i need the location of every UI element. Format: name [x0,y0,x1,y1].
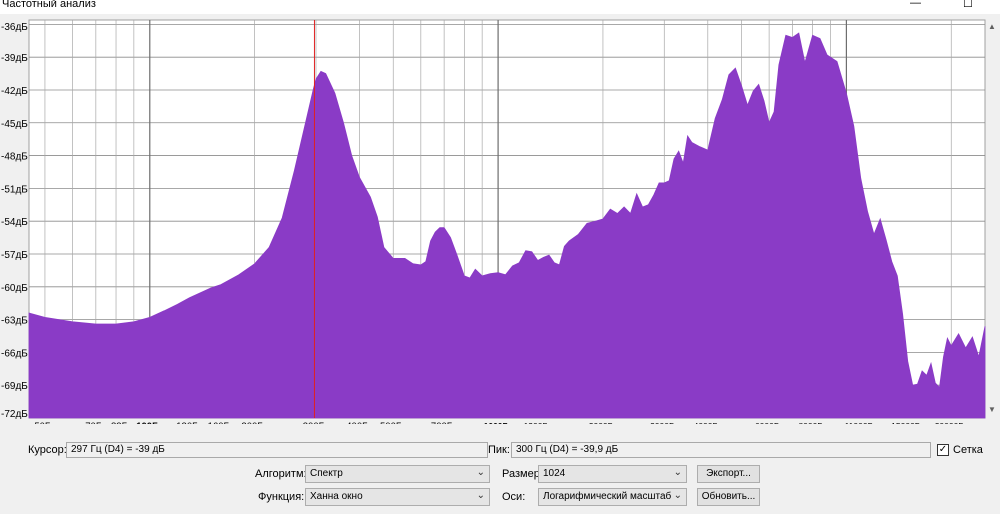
size-value: 1024 [543,468,566,479]
y-tick-label: -42дБ [1,86,28,97]
y-tick-label: -36дБ [1,22,28,33]
grid-label: Сетка [953,444,983,456]
refresh-button[interactable]: Обновить... [697,488,760,506]
scroll-down-icon[interactable]: ▼ [988,405,996,414]
x-tick-label: 100Гц [136,421,163,424]
window-title: Частотный анализ [2,0,96,10]
x-tick-label: 11000Гц [845,421,878,424]
minimize-icon[interactable]: — [910,0,921,9]
chevron-down-icon: ⌄ [673,490,682,501]
x-tick-label: 500Гц [380,421,407,424]
axes-value: Логарифмический масштаб [543,491,672,502]
function-label: Функция: [258,491,305,503]
y-tick-label: -54дБ [1,217,28,228]
x-tick-label: 3000Гц [650,421,679,424]
y-tick-label: -57дБ [1,250,28,261]
y-tick-label: -51дБ [1,184,28,195]
function-value: Ханна окно [310,491,363,502]
x-tick-label: 15000Гц [891,421,924,424]
x-tick-label: 6000Гц [755,421,784,424]
y-tick-label: -66дБ [1,348,28,359]
size-label: Размер: [502,468,543,480]
x-tick-label: 20000Гц [935,421,968,424]
algorithm-select[interactable]: Спектр ⌄ [305,465,490,483]
x-tick-label: 1300Гц [524,421,553,424]
scroll-up-icon[interactable]: ▲ [988,22,996,31]
y-tick-label: -45дБ [1,119,28,130]
chevron-down-icon: ⌄ [673,467,682,478]
peak-field[interactable]: 300 Гц (D4) = -39,9 дБ [511,442,931,458]
x-tick-label: 70Гц [85,421,107,424]
algorithm-value: Спектр [310,468,343,479]
maximize-icon[interactable]: ☐ [963,0,973,10]
export-button[interactable]: Экспорт... [697,465,760,483]
function-select[interactable]: Ханна окно ⌄ [305,488,490,506]
x-tick-label: 400Гц [346,421,373,424]
y-tick-label: -39дБ [1,53,28,64]
cursor-field[interactable]: 297 Гц (D4) = -39 дБ [66,442,488,458]
spectrum-chart[interactable]: -36дБ -39дБ -42дБ -45дБ -48дБ -51дБ -54дБ -57дБ… [0,14,1000,424]
vertical-scrollbar[interactable]: ▲ ▼ [986,20,1000,418]
grid-checkbox[interactable]: ✓ [937,444,949,456]
size-select[interactable]: 1024 ⌄ [538,465,687,483]
x-tick-label: 1000Гц [484,421,514,424]
x-tick-label: 8000Гц [798,421,827,424]
y-tick-label: -60дБ [1,283,28,294]
y-tick-label: -63дБ [1,316,28,327]
x-tick-label: 700Гц [431,421,458,424]
x-tick-label: 300Гц [303,421,330,424]
peak-label: Пик: [488,444,510,456]
algorithm-label: Алгоритм: [255,468,307,480]
x-tick-label: 200Гц [241,421,268,424]
title-bar: Частотный анализ — ☐ [0,0,1000,14]
x-tick-label: 160Гц [208,421,235,424]
axes-label: Оси: [502,491,526,503]
axes-select[interactable]: Логарифмический масштаб ⌄ [538,488,687,506]
x-tick-label: 50Гц [34,421,56,424]
x-tick-label: 130Гц [176,421,203,424]
chevron-down-icon: ⌄ [476,467,485,478]
cursor-label: Курсор: [28,444,67,456]
y-tick-label: -48дБ [1,152,28,163]
x-tick-label: 83Гц [111,421,133,424]
chevron-down-icon: ⌄ [476,490,485,501]
y-tick-label: -69дБ [1,381,28,392]
x-tick-label: 4000Гц [694,421,723,424]
y-tick-label: -72дБ [1,409,28,420]
x-tick-label: 2000Гц [589,421,618,424]
